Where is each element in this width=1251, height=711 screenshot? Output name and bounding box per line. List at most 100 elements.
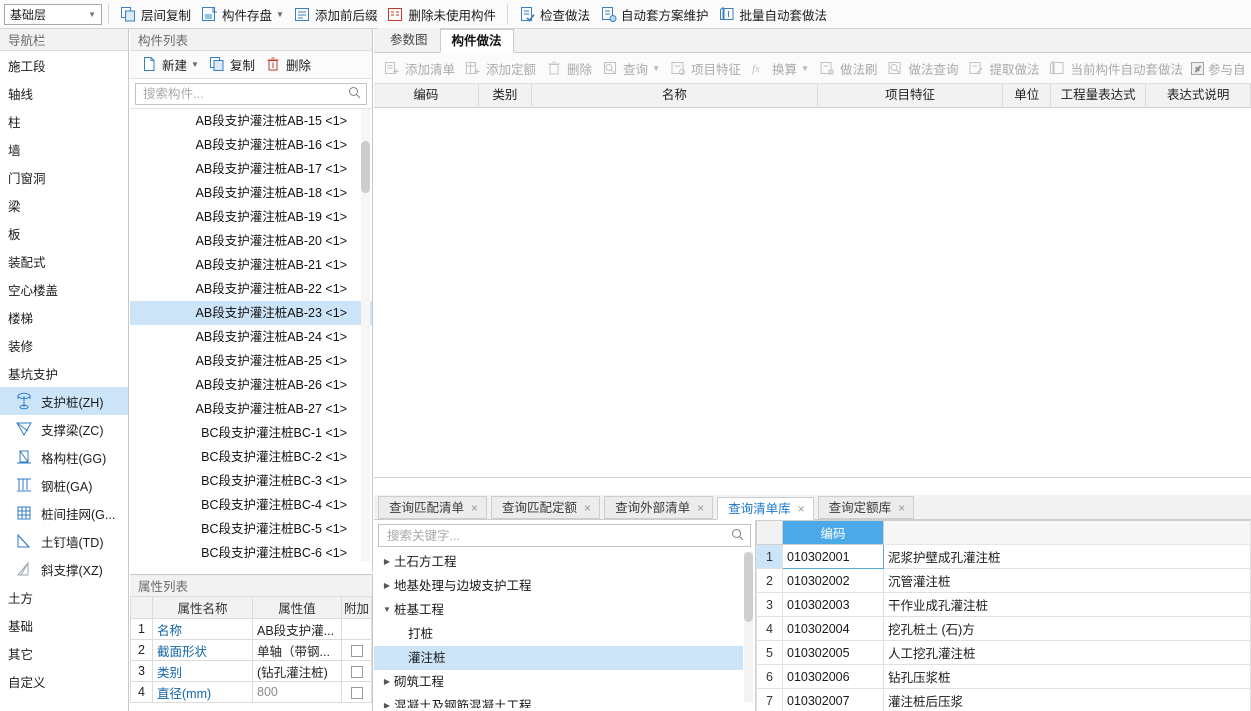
tree-node-masonry[interactable]: ▶ 砌筑工程 [374, 670, 755, 694]
table-row[interactable]: 2 010302002 沉管灌注桩 [756, 568, 1251, 593]
table-row[interactable]: 7 010302007 灌注桩后压浆 [756, 688, 1251, 711]
component-save-button[interactable]: 构件存盘 ▼ [196, 2, 289, 26]
search-icon[interactable] [348, 86, 361, 102]
delete-component-button[interactable]: 删除 [260, 53, 316, 77]
sidebar-item-wall[interactable]: 墙 [0, 135, 128, 163]
new-component-button[interactable]: 新建 ▼ [136, 53, 204, 77]
tab-query-quota-library[interactable]: 查询定额库 × [817, 496, 915, 519]
search-input[interactable] [141, 86, 348, 102]
sidebar-item-column[interactable]: 柱 [0, 107, 128, 135]
sidebar-item-beam[interactable]: 梁 [0, 191, 128, 219]
sidebar-item-soil-nail-wall[interactable]: 土钉墙(TD) [0, 527, 128, 555]
list-item[interactable]: AB段支护灌注桩AB-17 <1> [130, 157, 372, 181]
query-search-box[interactable] [378, 524, 751, 547]
sidebar-item-earthwork[interactable]: 土方 [0, 583, 128, 611]
attach-cell[interactable] [341, 639, 372, 661]
chevron-right-icon[interactable]: ▶ [380, 670, 394, 694]
table-row[interactable]: 5 010302005 人工挖孔灌注桩 [756, 640, 1251, 665]
list-item-selected[interactable]: AB段支护灌注桩AB-23 <1> [130, 301, 372, 325]
list-item[interactable]: AB段支护灌注桩AB-16 <1> [130, 133, 372, 157]
extract-method-button[interactable]: 提取做法 [963, 56, 1044, 80]
list-item[interactable]: BC段支护灌注桩BC-5 <1> [130, 517, 372, 541]
tree-node-pile-foundation[interactable]: ▼ 桩基工程 [374, 598, 755, 622]
sidebar-item-prefab[interactable]: 装配式 [0, 247, 128, 275]
row-name[interactable]: 干作业成孔灌注桩 [883, 592, 1251, 617]
search-icon[interactable] [731, 528, 744, 544]
tree-scroll-thumb[interactable] [744, 552, 753, 622]
attach-checkbox[interactable] [350, 665, 363, 678]
row-code[interactable]: 010302006 [782, 664, 884, 689]
sidebar-item-hollow-floor[interactable]: 空心楼盖 [0, 275, 128, 303]
table-row[interactable]: 1 010302001 泥浆护壁成孔灌注桩 [756, 544, 1251, 569]
attach-checkbox[interactable] [350, 644, 363, 657]
list-item[interactable]: AB段支护灌注桩AB-15 <1> [130, 109, 372, 133]
close-icon[interactable]: × [898, 497, 905, 519]
layer-copy-button[interactable]: 层间复制 [115, 2, 196, 26]
table-row[interactable]: 3 类别 (钻孔灌注桩) [130, 660, 372, 682]
sidebar-item-foundation[interactable]: 基础 [0, 611, 128, 639]
method-brush-button[interactable]: 做法刷 [814, 56, 883, 80]
auto-apply-method-button[interactable]: 当前构件自动套做法 [1044, 56, 1188, 80]
table-row[interactable]: 6 010302006 钻孔压浆桩 [756, 664, 1251, 689]
row-name[interactable]: 人工挖孔灌注桩 [883, 640, 1251, 665]
component-items-list[interactable]: AB段支护灌注桩AB-15 <1> AB段支护灌注桩AB-16 <1> AB段支… [130, 108, 372, 562]
row-code[interactable]: 010302001 [782, 544, 884, 569]
list-item[interactable]: AB段支护灌注桩AB-24 <1> [130, 325, 372, 349]
sidebar-item-steel-pile[interactable]: 钢桩(GA) [0, 471, 128, 499]
add-affix-button[interactable]: 添加前后缀 [289, 2, 383, 26]
participate-auto-checkbox[interactable]: 参与自 [1188, 56, 1246, 80]
list-item[interactable]: AB段支护灌注桩AB-18 <1> [130, 181, 372, 205]
batch-auto-method-button[interactable]: 批量自动套做法 [714, 2, 833, 26]
property-value[interactable]: 单轴（带钢... [252, 639, 342, 661]
sidebar-item-custom[interactable]: 自定义 [0, 667, 128, 695]
list-item[interactable]: BC段支护灌注桩BC-6 <1> [130, 541, 372, 562]
chevron-down-icon[interactable]: ▼ [380, 598, 394, 622]
method-grid-body[interactable] [374, 108, 1251, 478]
copy-component-button[interactable]: 复制 [204, 53, 260, 77]
chevron-down-icon[interactable]: ▼ [652, 64, 660, 73]
close-icon[interactable]: × [584, 497, 591, 519]
sidebar-item-decoration[interactable]: 装修 [0, 331, 128, 359]
property-value[interactable]: AB段支护灌... [252, 618, 342, 640]
sidebar-item-support-beam[interactable]: 支撑梁(ZC) [0, 415, 128, 443]
table-row[interactable]: 1 名称 AB段支护灌... [130, 618, 372, 640]
list-item[interactable]: BC段支护灌注桩BC-4 <1> [130, 493, 372, 517]
table-row[interactable]: 4 010302004 挖孔桩土 (石)方 [756, 616, 1251, 641]
sidebar-item-door-window[interactable]: 门窗洞 [0, 163, 128, 191]
row-code[interactable]: 010302007 [782, 688, 884, 711]
close-icon[interactable]: × [697, 497, 704, 519]
component-list-scroll-thumb[interactable] [361, 141, 370, 193]
tree-node-cast-in-place-pile[interactable]: 灌注桩 [374, 646, 743, 670]
auto-scheme-button[interactable]: 自动套方案维护 [595, 2, 714, 26]
property-value[interactable]: 800 [252, 681, 342, 703]
list-item[interactable]: BC段支护灌注桩BC-1 <1> [130, 421, 372, 445]
table-row[interactable]: 4 直径(mm) 800 [130, 681, 372, 703]
list-item[interactable]: BC段支护灌注桩BC-2 <1> [130, 445, 372, 469]
query-button[interactable]: 查询 ▼ [597, 56, 665, 80]
chevron-down-icon[interactable]: ▼ [191, 60, 199, 69]
chevron-right-icon[interactable]: ▶ [380, 574, 394, 598]
tab-query-external-list[interactable]: 查询外部清单 × [604, 496, 714, 519]
sidebar-item-stair[interactable]: 楼梯 [0, 303, 128, 331]
property-name[interactable]: 名称 [152, 618, 253, 640]
row-name[interactable]: 挖孔桩土 (石)方 [883, 616, 1251, 641]
sidebar-item-axis[interactable]: 轴线 [0, 79, 128, 107]
sidebar-item-slab[interactable]: 板 [0, 219, 128, 247]
sidebar-item-pile-mesh[interactable]: 桩间挂网(G... [0, 499, 128, 527]
tree-node-earth-stone[interactable]: ▶ 土石方工程 [374, 550, 755, 574]
checkbox-checked-icon[interactable] [1191, 61, 1204, 75]
tree-node-foundation-slope[interactable]: ▶ 地基处理与边坡支护工程 [374, 574, 755, 598]
project-feature-button[interactable]: 项目特征 [665, 56, 746, 80]
add-list-button[interactable]: 添加清单 [379, 56, 460, 80]
row-name[interactable]: 沉管灌注桩 [883, 568, 1251, 593]
keyword-search-input[interactable] [385, 527, 731, 544]
sidebar-item-construction-section[interactable]: 施工段 [0, 51, 128, 79]
method-query-button[interactable]: 做法查询 [882, 56, 963, 80]
row-name[interactable]: 钻孔压浆桩 [883, 664, 1251, 689]
property-name[interactable]: 截面形状 [152, 639, 253, 661]
list-item[interactable]: AB段支护灌注桩AB-22 <1> [130, 277, 372, 301]
chevron-right-icon[interactable]: ▶ [380, 550, 394, 574]
sidebar-item-diagonal-brace[interactable]: 斜支撑(XZ) [0, 555, 128, 583]
list-item[interactable]: AB段支护灌注桩AB-26 <1> [130, 373, 372, 397]
row-code[interactable]: 010302004 [782, 616, 884, 641]
